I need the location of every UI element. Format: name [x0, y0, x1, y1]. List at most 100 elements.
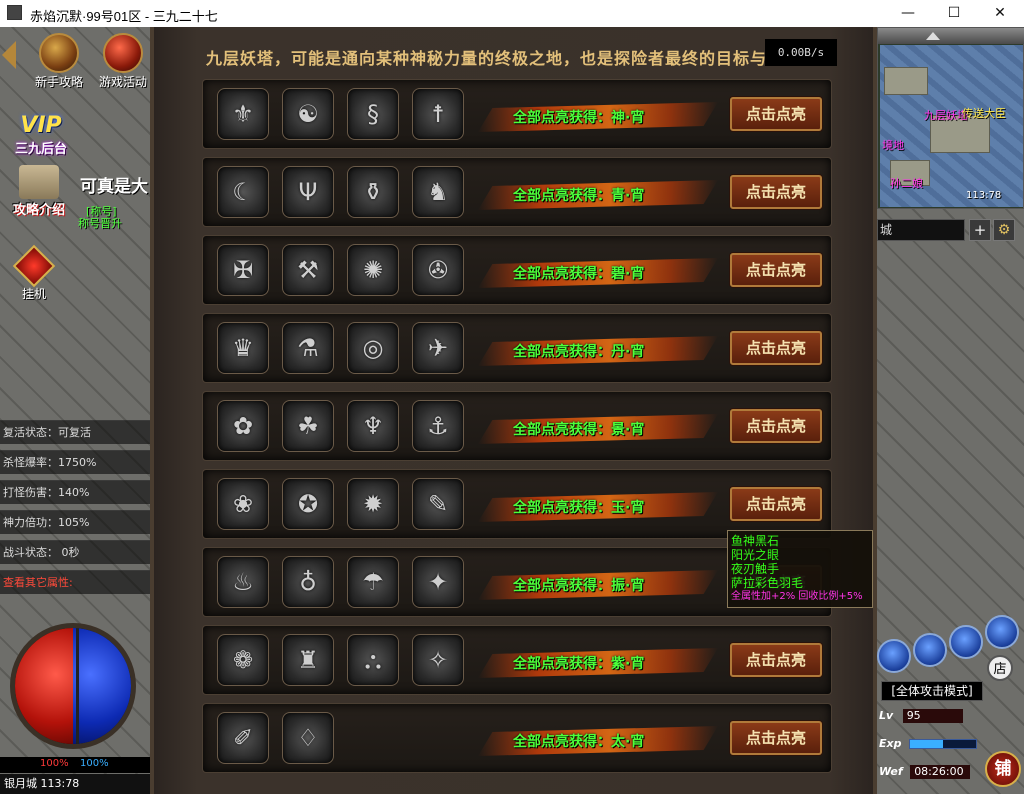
item-tooltip: 鱼神黑石 阳光之眼 夜刃触手 萨拉彩色羽毛 全属性加+2% 回收比例+5%: [727, 530, 873, 608]
item-slot-icon[interactable]: ⚓: [412, 400, 464, 452]
store-button[interactable]: 店: [987, 655, 1013, 681]
item-slot-icon[interactable]: ⚒: [282, 244, 334, 296]
minimap-collapse-icon[interactable]: [926, 32, 940, 40]
close-button[interactable]: ✕: [977, 0, 1023, 27]
item-glyph: ♆: [362, 412, 384, 440]
hp-mp-orb: [10, 623, 136, 749]
maximize-button[interactable]: ☐: [931, 0, 977, 27]
item-glyph: ☨: [431, 100, 445, 128]
stat-divine-power: 神力倍功：105%: [0, 510, 150, 534]
level-label: Lv: [879, 709, 894, 722]
minimap[interactable]: 九层妖塔 境地 孙二娘 传送大臣 113:78: [877, 27, 1024, 209]
item-glyph: ♞: [427, 178, 449, 206]
item-slot-icon[interactable]: ✿: [217, 400, 269, 452]
level-value: 95: [902, 709, 963, 723]
vip-button[interactable]: VIP 三九后台: [8, 99, 74, 159]
item-slot-icon[interactable]: ♢: [282, 712, 334, 764]
level-display: Lv 95: [879, 707, 977, 725]
item-glyph: ⚓: [427, 412, 449, 440]
item-glyph: ✦: [427, 568, 449, 596]
item-glyph: ✠: [232, 256, 254, 284]
light-up-button[interactable]: 点击点亮: [730, 487, 822, 521]
item-slot-icon[interactable]: ◎: [347, 322, 399, 374]
item-slot-icon[interactable]: ♆: [347, 400, 399, 452]
item-glyph: ♛: [232, 334, 254, 362]
item-slot-icon[interactable]: ✦: [412, 556, 464, 608]
stat-damage: 打怪伤害：140%: [0, 480, 150, 504]
panel-header: 九层妖塔，可能是通向某种神秘力量的终极之地，也是探险者最终的目标与: [206, 49, 768, 68]
item-slot-icon[interactable]: Ψ: [282, 166, 334, 218]
item-slot-icon[interactable]: ✹: [347, 478, 399, 530]
item-slot-icon[interactable]: ⚱: [347, 166, 399, 218]
reward-text: 全部点亮获得：景·宵: [513, 422, 645, 438]
exp-bar: [908, 739, 977, 749]
sound-icon[interactable]: [985, 615, 1019, 649]
reward-text: 全部点亮获得：紫·宵: [513, 656, 645, 672]
tooltip-bonus: 全属性加+2% 回收比例+5%: [731, 591, 863, 602]
item-slot-icon[interactable]: ⚗: [282, 322, 334, 374]
tooltip-line: 夜刃触手: [731, 562, 780, 576]
character-skill-icon[interactable]: [877, 639, 911, 673]
item-slot-icon[interactable]: ♛: [217, 322, 269, 374]
item-slot-icon[interactable]: ☘: [282, 400, 334, 452]
item-slot-icon[interactable]: ♁: [282, 556, 334, 608]
newbie-guide-button[interactable]: 新手攻略: [28, 33, 90, 90]
item-slot-icon[interactable]: ❀: [217, 478, 269, 530]
view-more-stats-link[interactable]: 查看其它属性:: [0, 570, 150, 594]
light-up-button[interactable]: 点击点亮: [730, 409, 822, 443]
map-label: 境地: [882, 139, 904, 152]
item-glyph: ☘: [297, 412, 319, 440]
item-glyph: ☂: [362, 568, 384, 596]
light-up-button[interactable]: 点击点亮: [730, 175, 822, 209]
item-slot-icon[interactable]: ✺: [347, 244, 399, 296]
strategy-intro-label: 攻略介绍: [12, 203, 65, 218]
light-up-button[interactable]: 点击点亮: [730, 97, 822, 131]
item-slot-icon[interactable]: ❁: [217, 634, 269, 686]
team-skill-icon[interactable]: [913, 633, 947, 667]
item-slot-icon[interactable]: ✐: [217, 712, 269, 764]
scroll-icon: [39, 33, 79, 73]
light-up-button[interactable]: 点击点亮: [730, 331, 822, 365]
event-icon: [103, 33, 143, 73]
item-slot-icon[interactable]: ✎: [412, 478, 464, 530]
clock-value: 08:26:00: [910, 765, 971, 779]
item-slot-icon[interactable]: §: [347, 88, 399, 140]
settings-gear-icon[interactable]: ⚙: [993, 219, 1015, 241]
item-slot-icon[interactable]: ✇: [412, 244, 464, 296]
item-slot-icon[interactable]: ✈: [412, 322, 464, 374]
attack-mode-button[interactable]: [全体攻击模式]: [881, 681, 983, 701]
shop-button[interactable]: 铺: [985, 751, 1021, 787]
game-viewport[interactable]: 新手攻略 游戏活动 VIP 三九后台 攻略介绍 可真是大 [称号] 称号晋升 挂…: [0, 27, 1024, 794]
city-search-input[interactable]: 城: [877, 219, 965, 241]
reward-text: 全部点亮获得：丹·宵: [513, 344, 645, 360]
item-slot-icon[interactable]: ⛬: [347, 634, 399, 686]
minimize-button[interactable]: —: [885, 0, 931, 27]
add-button[interactable]: +: [969, 219, 991, 241]
minimap-coords: 113:78: [966, 190, 1002, 201]
item-slot-icon[interactable]: ☂: [347, 556, 399, 608]
item-slot-icon[interactable]: ☾: [217, 166, 269, 218]
item-slot-icon[interactable]: ♨: [217, 556, 269, 608]
light-up-button[interactable]: 点击点亮: [730, 643, 822, 677]
item-slot-icon[interactable]: ✧: [412, 634, 464, 686]
afk-button[interactable]: 挂机: [10, 244, 58, 302]
item-slot-icon[interactable]: ☯: [282, 88, 334, 140]
game-events-button[interactable]: 游戏活动: [96, 33, 150, 90]
item-slot-icon[interactable]: ⚜: [217, 88, 269, 140]
item-slot-icon[interactable]: ✪: [282, 478, 334, 530]
item-slot-icon[interactable]: ✠: [217, 244, 269, 296]
guild-skill-icon[interactable]: [949, 625, 983, 659]
collapse-arrow-icon[interactable]: [2, 41, 16, 69]
item-glyph: ✿: [232, 412, 254, 440]
exp-label: Exp: [879, 737, 902, 750]
item-glyph: ✈: [427, 334, 449, 362]
tooltip-line: 阳光之眼: [731, 548, 780, 562]
item-slot-icon[interactable]: ♜: [282, 634, 334, 686]
light-up-button[interactable]: 点击点亮: [730, 253, 822, 287]
item-slot-icon[interactable]: ☨: [412, 88, 464, 140]
strategy-intro-button[interactable]: 攻略介绍: [2, 165, 76, 225]
item-slot-icon[interactable]: ♞: [412, 166, 464, 218]
light-up-button[interactable]: 点击点亮: [730, 721, 822, 755]
reward-text: 全部点亮获得：玉·宵: [513, 500, 645, 516]
app-icon: [7, 5, 22, 20]
